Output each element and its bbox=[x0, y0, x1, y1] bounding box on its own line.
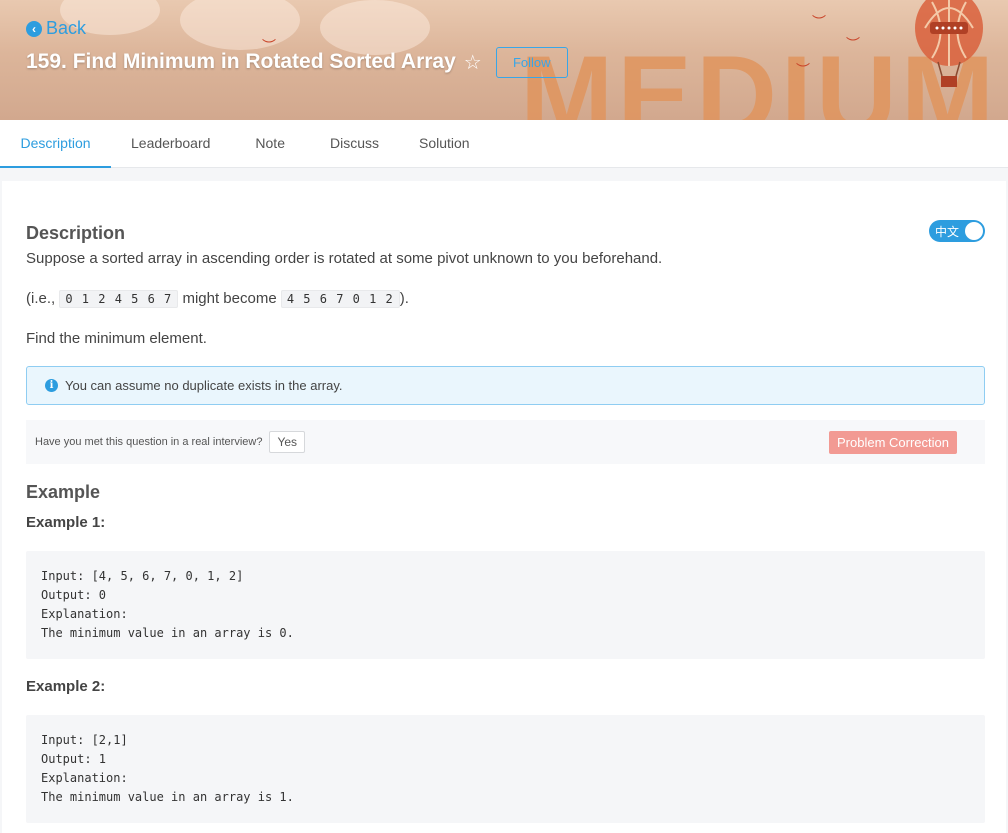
info-note: i You can assume no duplicate exists in … bbox=[26, 366, 985, 405]
problem-correction-button[interactable]: Problem Correction bbox=[829, 431, 957, 454]
tab-note[interactable]: Note bbox=[255, 120, 285, 168]
line2-mid: might become bbox=[182, 290, 277, 307]
bird-icon: ︶ bbox=[812, 15, 826, 31]
back-label: Back bbox=[46, 18, 87, 38]
star-icon[interactable]: ☆ bbox=[464, 50, 482, 75]
bird-icon: ︶ bbox=[846, 37, 860, 53]
title-row: 159. Find Minimum in Rotated Sorted Arra… bbox=[26, 46, 568, 78]
example-1-code: Input: [4, 5, 6, 7, 0, 1, 2] Output: 0 E… bbox=[26, 551, 985, 659]
yes-button[interactable]: Yes bbox=[269, 431, 306, 453]
bird-icon: ︶ bbox=[796, 63, 810, 79]
tab-bar: Description Leaderboard Note Discuss Sol… bbox=[0, 120, 1008, 168]
hot-air-balloon-icon bbox=[915, 0, 983, 87]
toggle-knob bbox=[965, 222, 983, 240]
header-banner: MEDIUM ︶ ︶ ︶ ︶ ‹ Back 159. Find Minimum … bbox=[0, 0, 1008, 120]
page-title: 159. Find Minimum in Rotated Sorted Arra… bbox=[26, 50, 456, 73]
example-heading: Example bbox=[26, 482, 101, 502]
example-2-title: Example 2: bbox=[26, 678, 106, 695]
example-1-title: Example 1: bbox=[26, 514, 106, 531]
tab-leaderboard[interactable]: Leaderboard bbox=[131, 120, 210, 168]
description-line-3: Find the minimum element. bbox=[26, 330, 207, 347]
info-icon: i bbox=[45, 379, 58, 392]
interview-question: Have you met this question in a real int… bbox=[35, 436, 263, 448]
language-toggle-label: 中文 bbox=[935, 225, 960, 239]
tab-solution[interactable]: Solution bbox=[419, 120, 470, 168]
problem-content: Description 中文 Suppose a sorted array in… bbox=[2, 181, 1006, 833]
description-line-1: Suppose a sorted array in ascending orde… bbox=[26, 250, 663, 267]
cloud-decoration bbox=[180, 0, 300, 50]
line2-suffix: ). bbox=[399, 290, 409, 307]
language-toggle[interactable]: 中文 bbox=[929, 220, 985, 242]
tab-discuss[interactable]: Discuss bbox=[330, 120, 379, 168]
follow-button[interactable]: Follow bbox=[495, 46, 568, 78]
description-line-2: (i.e., 0 1 2 4 5 6 7 might become 4 5 6 … bbox=[26, 290, 409, 308]
description-heading: Description bbox=[26, 223, 126, 243]
info-note-text: You can assume no duplicate exists in th… bbox=[65, 378, 343, 393]
code-sorted-example: 0 1 2 4 5 6 7 bbox=[59, 290, 179, 308]
back-link[interactable]: ‹ Back bbox=[26, 18, 86, 39]
chevron-left-icon: ‹ bbox=[26, 20, 42, 37]
code-rotated-example: 4 5 6 7 0 1 2 bbox=[280, 290, 400, 308]
interview-bar: Have you met this question in a real int… bbox=[26, 420, 985, 464]
example-2-code: Input: [2,1] Output: 1 Explanation: The … bbox=[26, 715, 985, 823]
line2-prefix: (i.e., bbox=[26, 290, 56, 307]
tab-description[interactable]: Description bbox=[0, 120, 111, 168]
